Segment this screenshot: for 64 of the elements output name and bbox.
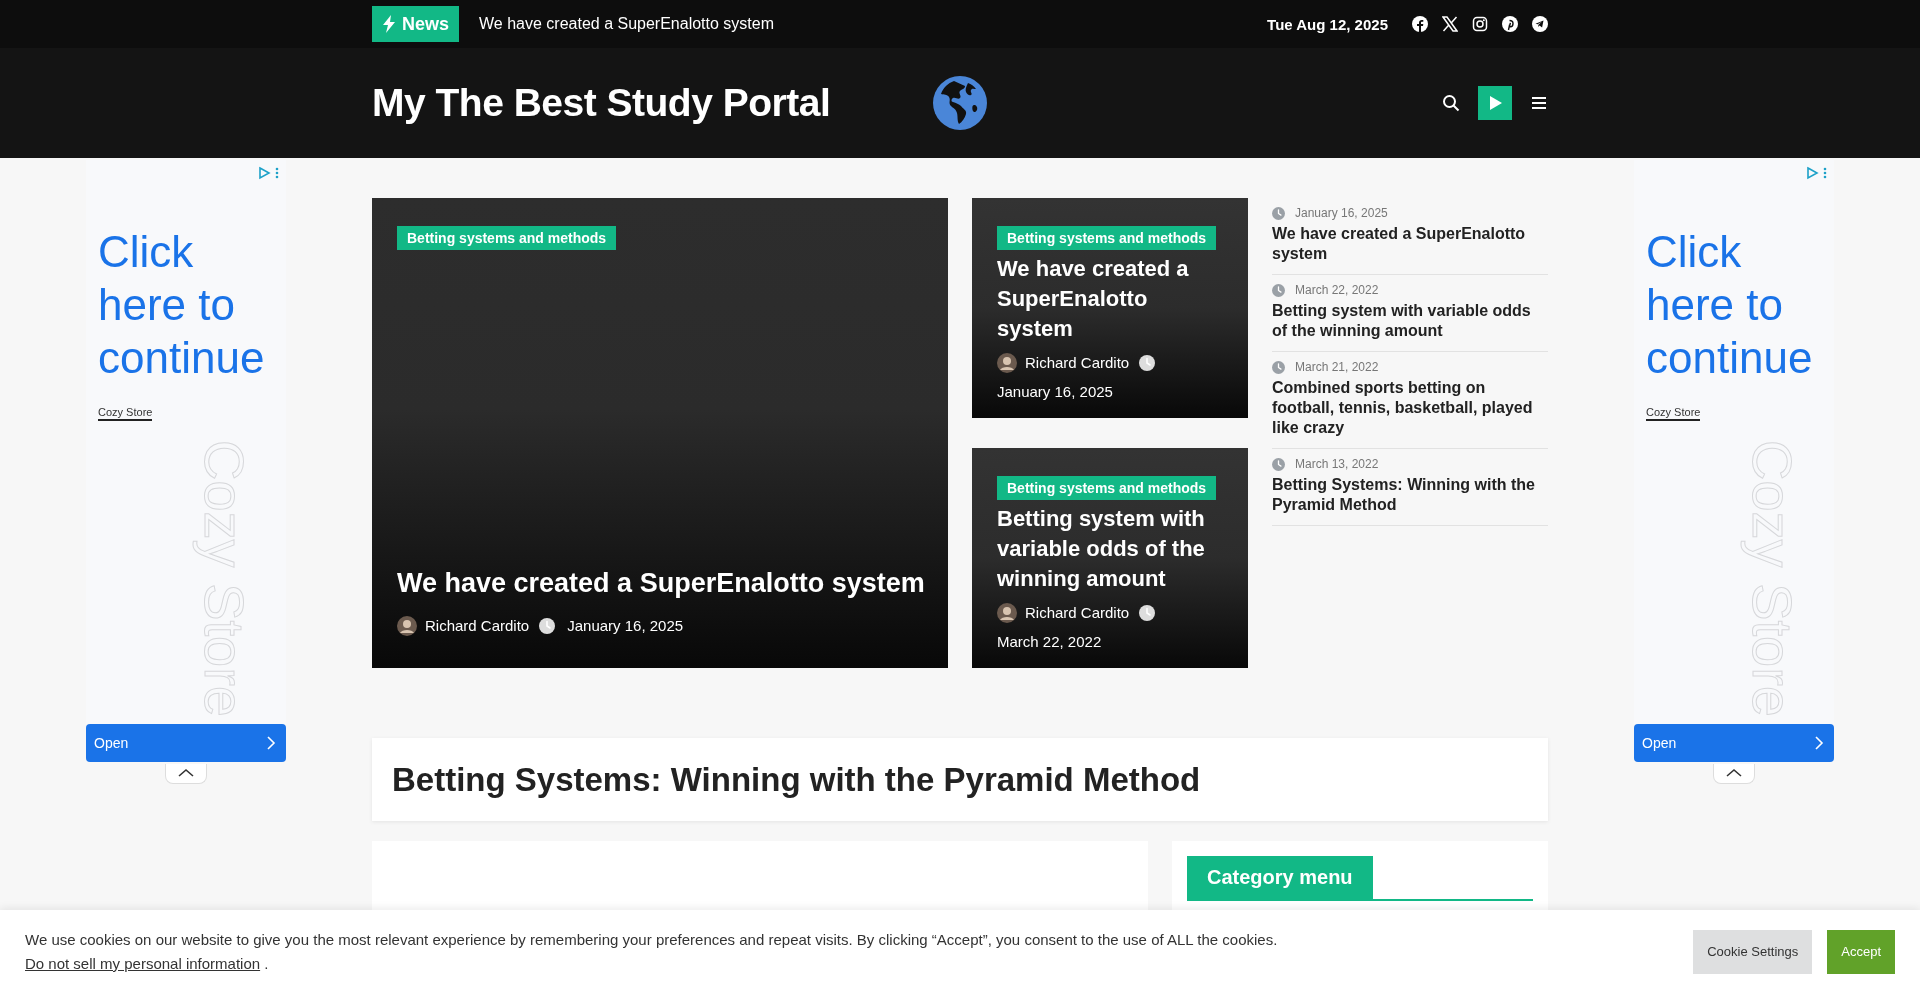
news-badge: News: [372, 6, 460, 42]
article-title: Betting Systems: Winning with the Pyramid Method: [392, 760, 1201, 799]
open-button[interactable]: Open: [1634, 724, 1834, 762]
post-title[interactable]: Betting Systems: Winning with the Pyramid Method: [1272, 475, 1548, 515]
current-date: Tue Aug 12, 2025: [1267, 15, 1388, 33]
post-title[interactable]: We have created a SuperEnalotto system: [397, 564, 923, 601]
post-title[interactable]: Betting system with variable odds of the winning amount: [997, 504, 1223, 594]
post-card[interactable]: Betting systems and methods We have created a SuperEnalotto system Richard Cardito January 16, 2025: [972, 198, 1248, 418]
link-suffix: .: [264, 954, 269, 972]
post-date: January 16, 2025: [997, 383, 1113, 401]
post-date: January 16, 2025: [1295, 206, 1388, 220]
pinterest-icon[interactable]: [1502, 16, 1518, 32]
clock-icon: [1272, 206, 1285, 220]
post-title[interactable]: Combined sports betting on football, tennis, basketball, played like crazy: [1272, 378, 1548, 438]
featured-post-card[interactable]: Betting systems and methods We have created a SuperEnalotto system Richard Cardito January 16, 2025: [372, 198, 948, 668]
clock-icon: [1272, 457, 1285, 471]
clock-icon: [1139, 355, 1156, 372]
ad-choices-icon[interactable]: [1806, 166, 1828, 180]
post-title[interactable]: Betting system with variable odds of the winning amount: [1272, 301, 1548, 341]
chevron-icon: [266, 736, 276, 750]
facebook-icon[interactable]: [1412, 16, 1428, 32]
privacy-link[interactable]: Do not sell my personal information: [25, 954, 261, 972]
open-button[interactable]: Open: [86, 724, 286, 762]
avatar-icon: [997, 353, 1017, 374]
avatar-icon: [397, 616, 417, 636]
post-date: March 13, 2022: [1295, 457, 1379, 471]
clock-icon: [1272, 360, 1285, 374]
avatar-icon: [997, 603, 1017, 624]
cookie-notice: We use cookies on our website to give you the most relevant experience by remembering your preferences and repeat visits. By clicking “Accept”, you consent to the use of ALL the cookies.: [25, 930, 1278, 948]
advertiser-name: Cozy Store: [1646, 406, 1701, 421]
post-date: March 21, 2022: [1295, 360, 1379, 374]
settings-button[interactable]: Cookie Settings: [1693, 929, 1813, 974]
ad-choices-icon[interactable]: [258, 166, 280, 180]
sidebar-heading: Category menu: [1187, 856, 1373, 899]
caret-up-icon: [178, 768, 194, 778]
caret-up-icon: [1726, 768, 1742, 778]
post-title[interactable]: We have created a SuperEnalotto system: [997, 254, 1223, 344]
advertiser-name: Cozy Store: [98, 406, 153, 421]
globe-icon: [932, 75, 988, 131]
chevron-icon: [1814, 736, 1824, 750]
telegram-icon[interactable]: [1532, 16, 1548, 32]
clock-icon: [539, 618, 556, 634]
collapse-tab[interactable]: [165, 764, 207, 784]
post-date: March 22, 2022: [1295, 283, 1379, 297]
author-name[interactable]: Richard Cardito: [1025, 354, 1130, 372]
instagram-icon[interactable]: [1472, 16, 1488, 32]
ad-headline: Click here to continue: [98, 226, 266, 384]
x-icon[interactable]: [1442, 16, 1458, 32]
site-title[interactable]: My The Best Study Portal: [372, 81, 932, 125]
post-title[interactable]: We have created a SuperEnalotto system: [1272, 224, 1548, 264]
post-card[interactable]: Betting systems and methods Betting system with variable odds of the winning amount Richard Cardito March 22, 2022: [972, 448, 1248, 668]
collapse-tab[interactable]: [1713, 764, 1755, 784]
lightning-icon: [382, 15, 396, 33]
menu-icon[interactable]: [1530, 94, 1548, 112]
news-ticker[interactable]: We have created a SuperEnalotto system: [479, 15, 774, 33]
post-date: January 16, 2025: [567, 617, 684, 634]
clock-icon: [1272, 283, 1285, 297]
play-button[interactable]: [1478, 86, 1512, 120]
author-name[interactable]: Richard Cardito: [1025, 604, 1130, 622]
search-icon[interactable]: [1442, 94, 1460, 112]
ad-headline: Click here to continue: [1646, 226, 1814, 384]
clock-icon: [1139, 605, 1156, 622]
author-name[interactable]: Richard Cardito: [425, 617, 530, 634]
post-date: March 22, 2022: [997, 633, 1102, 651]
